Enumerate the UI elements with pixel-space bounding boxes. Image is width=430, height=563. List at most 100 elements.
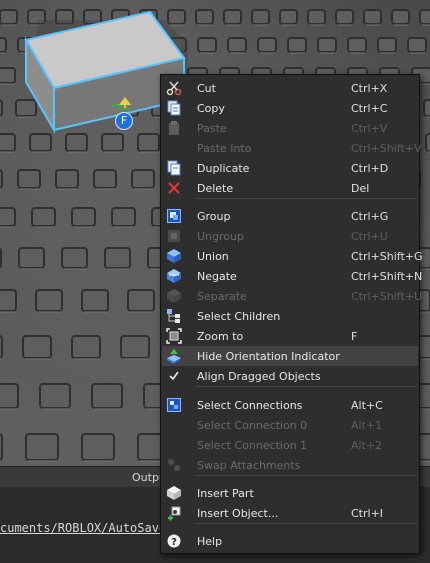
menu-item-label: Zoom to [197,330,244,343]
menu-item-label: Select Children [197,310,281,323]
baseplate-stud [419,9,430,25]
baseplate-stud [31,207,56,227]
baseplate-stud [223,9,242,25]
menu-item-label: Separate [197,290,247,303]
menu-item-label: Select Connections [197,399,303,412]
baseplate-stud [251,9,270,25]
pivot-label: F [120,114,128,127]
clipboard-icon [166,120,182,136]
baseplate-stud [363,9,382,25]
menu-item-shortcut: Del [351,182,370,195]
menu-item-shortcut: Ctrl+Shift+G [351,250,423,263]
baseplate-stud [18,247,45,269]
group-icon [166,208,182,224]
menu-item-shortcut: Ctrl+U [351,230,388,243]
menu-item-delete[interactable]: Delete Del [162,178,418,198]
baseplate-stud [0,335,3,359]
menu-item-insert-object[interactable]: Insert Object... Ctrl+I [162,503,418,523]
baseplate-stud [71,207,96,227]
menu-item-negate[interactable]: Negate Ctrl+Shift+N [162,266,422,286]
ungroup-icon [166,228,182,244]
menu-item-shortcut: Ctrl+C [351,102,388,115]
baseplate-stud [81,433,115,461]
menu-item-shortcut: Ctrl+G [351,210,389,223]
select-children-icon [166,308,182,324]
baseplate-stud [0,169,3,189]
baseplate-stud [317,37,337,53]
menu-item-label: Negate [197,270,237,283]
menu-item-label: Copy [197,102,225,115]
baseplate-stud [0,383,19,409]
menu-item-cut[interactable]: Cut Ctrl+X [162,78,418,98]
baseplate-stud [0,99,3,117]
baseplate-stud [423,99,430,117]
menu-item-select-connection-0: Select Connection 0 Alt+1 [162,415,418,435]
menu-item-shortcut: Alt+C [351,399,383,412]
baseplate-stud [335,9,354,25]
menu-item-union[interactable]: Union Ctrl+Shift+G [162,246,423,266]
baseplate-stud [131,169,155,189]
menu-item-paste-into: Paste Into Ctrl+Shift+V [162,138,422,158]
menu-item-label: Group [197,210,231,223]
menu-item-select-connection-1: Select Connection 1 Alt+2 [162,435,418,455]
menu-item-shortcut: Alt+1 [351,419,383,432]
baseplate-stud [17,169,41,189]
baseplate-stud [0,37,7,53]
svg-text:?: ? [171,537,177,548]
menu-item-label: Paste [197,122,227,135]
baseplate-stud [0,207,16,227]
menu-item-shortcut: Ctrl+Shift+U [351,290,423,303]
menu-item-copy[interactable]: Copy Ctrl+C [162,98,418,118]
baseplate-stud [347,37,367,53]
baseplate-stud [120,335,150,359]
baseplate-stud [287,37,307,53]
union-icon [166,248,182,264]
log-link[interactable]: cuments/ROBLOX/AutoSave [0,521,166,535]
front-face-pivot-handle[interactable]: F [115,112,133,130]
insert-part-icon [166,485,182,501]
baseplate-stud [25,433,59,461]
menu-item-shortcut: Ctrl+Shift+N [351,270,423,283]
menu-item-label: Swap Attachments [197,459,301,472]
delete-x-icon [166,180,182,196]
baseplate-stud [35,289,63,312]
menu-item-group[interactable]: Group Ctrl+G [162,206,418,226]
menu-separator [195,475,417,476]
baseplate-stud [257,37,277,53]
menu-item-help[interactable]: ? Help [162,531,418,551]
menu-item-label: Insert Object... [197,507,279,520]
baseplate-stud [22,335,52,359]
menu-item-align-dragged-objects[interactable]: Align Dragged Objects [162,366,418,386]
menu-item-label: Ungroup [197,230,244,243]
help-icon: ? [166,533,182,549]
menu-item-hide-orientation-indicator[interactable]: Hide Orientation Indicator [162,346,418,366]
menu-separator [195,523,417,524]
menu-item-label: Duplicate [197,162,250,175]
menu-item-label: Help [197,535,223,548]
baseplate-stud [377,37,397,53]
menu-item-select-children[interactable]: Select Children [162,306,418,326]
baseplate-stud [81,289,109,312]
menu-item-ungroup: Ungroup Ctrl+U [162,226,418,246]
baseplate-stud [127,289,155,312]
baseplate-stud [104,247,131,269]
menu-item-label: Select Connection 1 [197,439,308,452]
menu-item-label: Delete [197,182,234,195]
menu-item-insert-part[interactable]: Insert Part [162,483,418,503]
copy-icon [166,100,182,116]
menu-item-paste: Paste Ctrl+V [162,118,418,138]
zoom-to-icon [166,328,182,344]
menu-item-shortcut: Ctrl+V [351,122,388,135]
select-connections-icon [166,397,182,413]
baseplate-stud [55,169,79,189]
insert-object-icon [166,505,182,521]
menu-item-label: Cut [197,82,216,95]
menu-item-label: Union [197,250,229,263]
menu-item-select-connections[interactable]: Select Connections Alt+C [162,395,418,415]
menu-item-shortcut: Ctrl+D [351,162,389,175]
menu-item-zoom-to[interactable]: Zoom to F [162,326,418,346]
menu-item-shortcut: Alt+2 [351,439,383,452]
menu-item-duplicate[interactable]: Duplicate Ctrl+D [162,158,418,178]
menu-separator [195,386,417,387]
menu-item-shortcut: Ctrl+Shift+V [351,142,422,155]
